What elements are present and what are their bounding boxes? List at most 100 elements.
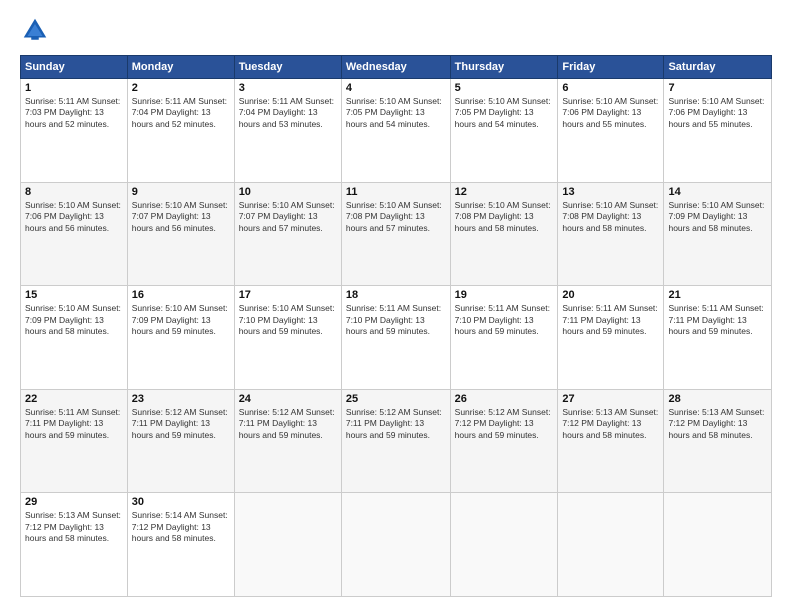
calendar-cell: 4 Sunrise: 5:10 AM Sunset: 7:05 PM Daylig… (341, 79, 450, 183)
calendar-cell: 27 Sunrise: 5:13 AM Sunset: 7:12 PM Dayli… (558, 389, 664, 493)
day-info: Sunrise: 5:10 AM Sunset: 7:06 PM Dayligh… (668, 96, 767, 130)
day-info: Sunrise: 5:10 AM Sunset: 7:05 PM Dayligh… (455, 96, 554, 130)
calendar-cell: 11 Sunrise: 5:10 AM Sunset: 7:08 PM Dayli… (341, 182, 450, 286)
day-info: Sunrise: 5:11 AM Sunset: 7:10 PM Dayligh… (346, 303, 446, 337)
calendar-cell: 7 Sunrise: 5:10 AM Sunset: 7:06 PM Daylig… (664, 79, 772, 183)
day-number: 23 (132, 393, 230, 405)
day-number: 13 (562, 186, 659, 198)
day-info: Sunrise: 5:10 AM Sunset: 7:08 PM Dayligh… (562, 200, 659, 234)
calendar-cell: 22 Sunrise: 5:11 AM Sunset: 7:11 PM Dayli… (21, 389, 128, 493)
calendar-cell: 21 Sunrise: 5:11 AM Sunset: 7:11 PM Dayli… (664, 286, 772, 390)
calendar-cell: 16Sunrise: 5:10 AM Sunset: 7:09 PM Dayli… (127, 286, 234, 390)
weekday-header-saturday: Saturday (664, 56, 772, 79)
calendar-week-1: 8 Sunrise: 5:10 AM Sunset: 7:06 PM Daylig… (21, 182, 772, 286)
calendar-cell: 13 Sunrise: 5:10 AM Sunset: 7:08 PM Dayli… (558, 182, 664, 286)
day-number: 21 (668, 289, 767, 301)
day-number: 24 (239, 393, 337, 405)
calendar-cell: 28Sunrise: 5:13 AM Sunset: 7:12 PM Dayli… (664, 389, 772, 493)
day-info: Sunrise: 5:10 AM Sunset: 7:09 PM Dayligh… (25, 303, 123, 337)
calendar-week-0: 1 Sunrise: 5:11 AM Sunset: 7:03 PM Daylig… (21, 79, 772, 183)
day-info: Sunrise: 5:10 AM Sunset: 7:07 PM Dayligh… (239, 200, 337, 234)
day-info: Sunrise: 5:11 AM Sunset: 7:04 PM Dayligh… (132, 96, 230, 130)
weekday-header-sunday: Sunday (21, 56, 128, 79)
day-info: Sunrise: 5:13 AM Sunset: 7:12 PM Dayligh… (562, 407, 659, 441)
day-number: 19 (455, 289, 554, 301)
day-number: 20 (562, 289, 659, 301)
day-number: 4 (346, 82, 446, 94)
day-number: 8 (25, 186, 123, 198)
day-info: Sunrise: 5:10 AM Sunset: 7:08 PM Dayligh… (455, 200, 554, 234)
calendar-week-2: 15Sunrise: 5:10 AM Sunset: 7:09 PM Dayli… (21, 286, 772, 390)
day-info: Sunrise: 5:10 AM Sunset: 7:10 PM Dayligh… (239, 303, 337, 337)
weekday-header-row: SundayMondayTuesdayWednesdayThursdayFrid… (21, 56, 772, 79)
logo-icon (20, 15, 50, 45)
calendar-cell: 30Sunrise: 5:14 AM Sunset: 7:12 PM Dayli… (127, 493, 234, 597)
day-number: 2 (132, 82, 230, 94)
calendar-cell: 12 Sunrise: 5:10 AM Sunset: 7:08 PM Dayli… (450, 182, 558, 286)
day-number: 11 (346, 186, 446, 198)
calendar-week-3: 22 Sunrise: 5:11 AM Sunset: 7:11 PM Dayli… (21, 389, 772, 493)
calendar-cell: 14Sunrise: 5:10 AM Sunset: 7:09 PM Dayli… (664, 182, 772, 286)
day-info: Sunrise: 5:10 AM Sunset: 7:06 PM Dayligh… (562, 96, 659, 130)
calendar-cell: 25 Sunrise: 5:12 AM Sunset: 7:11 PM Dayli… (341, 389, 450, 493)
weekday-header-tuesday: Tuesday (234, 56, 341, 79)
day-info: Sunrise: 5:11 AM Sunset: 7:11 PM Dayligh… (668, 303, 767, 337)
day-info: Sunrise: 5:11 AM Sunset: 7:04 PM Dayligh… (239, 96, 337, 130)
weekday-header-monday: Monday (127, 56, 234, 79)
day-number: 25 (346, 393, 446, 405)
calendar-cell (341, 493, 450, 597)
day-info: Sunrise: 5:10 AM Sunset: 7:07 PM Dayligh… (132, 200, 230, 234)
day-number: 16 (132, 289, 230, 301)
day-number: 1 (25, 82, 123, 94)
day-info: Sunrise: 5:12 AM Sunset: 7:11 PM Dayligh… (346, 407, 446, 441)
day-info: Sunrise: 5:12 AM Sunset: 7:11 PM Dayligh… (132, 407, 230, 441)
calendar-cell: 29 Sunrise: 5:13 AM Sunset: 7:12 PM Dayli… (21, 493, 128, 597)
calendar-cell: 5 Sunrise: 5:10 AM Sunset: 7:05 PM Daylig… (450, 79, 558, 183)
calendar-cell: 6 Sunrise: 5:10 AM Sunset: 7:06 PM Daylig… (558, 79, 664, 183)
calendar-cell (558, 493, 664, 597)
day-info: Sunrise: 5:10 AM Sunset: 7:06 PM Dayligh… (25, 200, 123, 234)
day-info: Sunrise: 5:14 AM Sunset: 7:12 PM Dayligh… (132, 510, 230, 544)
calendar-cell (664, 493, 772, 597)
day-info: Sunrise: 5:11 AM Sunset: 7:03 PM Dayligh… (25, 96, 123, 130)
day-number: 10 (239, 186, 337, 198)
page: SundayMondayTuesdayWednesdayThursdayFrid… (0, 0, 792, 612)
day-info: Sunrise: 5:11 AM Sunset: 7:10 PM Dayligh… (455, 303, 554, 337)
day-number: 12 (455, 186, 554, 198)
day-number: 18 (346, 289, 446, 301)
calendar-cell: 20 Sunrise: 5:11 AM Sunset: 7:11 PM Dayli… (558, 286, 664, 390)
day-info: Sunrise: 5:12 AM Sunset: 7:12 PM Dayligh… (455, 407, 554, 441)
day-number: 22 (25, 393, 123, 405)
calendar-cell: 26 Sunrise: 5:12 AM Sunset: 7:12 PM Dayli… (450, 389, 558, 493)
calendar-cell (450, 493, 558, 597)
day-number: 29 (25, 496, 123, 508)
day-info: Sunrise: 5:11 AM Sunset: 7:11 PM Dayligh… (562, 303, 659, 337)
logo (20, 15, 54, 45)
day-number: 3 (239, 82, 337, 94)
day-number: 5 (455, 82, 554, 94)
calendar-table: SundayMondayTuesdayWednesdayThursdayFrid… (20, 55, 772, 597)
calendar-cell: 8 Sunrise: 5:10 AM Sunset: 7:06 PM Daylig… (21, 182, 128, 286)
calendar-cell: 2 Sunrise: 5:11 AM Sunset: 7:04 PM Daylig… (127, 79, 234, 183)
calendar-cell: 9 Sunrise: 5:10 AM Sunset: 7:07 PM Daylig… (127, 182, 234, 286)
calendar-week-4: 29 Sunrise: 5:13 AM Sunset: 7:12 PM Dayli… (21, 493, 772, 597)
weekday-header-friday: Friday (558, 56, 664, 79)
day-info: Sunrise: 5:10 AM Sunset: 7:08 PM Dayligh… (346, 200, 446, 234)
day-number: 6 (562, 82, 659, 94)
calendar-cell: 23 Sunrise: 5:12 AM Sunset: 7:11 PM Dayli… (127, 389, 234, 493)
day-info: Sunrise: 5:10 AM Sunset: 7:05 PM Dayligh… (346, 96, 446, 130)
day-number: 28 (668, 393, 767, 405)
day-number: 17 (239, 289, 337, 301)
day-number: 9 (132, 186, 230, 198)
day-info: Sunrise: 5:13 AM Sunset: 7:12 PM Dayligh… (25, 510, 123, 544)
day-info: Sunrise: 5:11 AM Sunset: 7:11 PM Dayligh… (25, 407, 123, 441)
day-number: 7 (668, 82, 767, 94)
calendar-cell: 18 Sunrise: 5:11 AM Sunset: 7:10 PM Dayli… (341, 286, 450, 390)
calendar-cell: 15Sunrise: 5:10 AM Sunset: 7:09 PM Dayli… (21, 286, 128, 390)
header (20, 15, 772, 45)
calendar-cell: 10 Sunrise: 5:10 AM Sunset: 7:07 PM Dayli… (234, 182, 341, 286)
day-number: 26 (455, 393, 554, 405)
day-info: Sunrise: 5:10 AM Sunset: 7:09 PM Dayligh… (668, 200, 767, 234)
day-number: 27 (562, 393, 659, 405)
calendar-cell: 17 Sunrise: 5:10 AM Sunset: 7:10 PM Dayli… (234, 286, 341, 390)
